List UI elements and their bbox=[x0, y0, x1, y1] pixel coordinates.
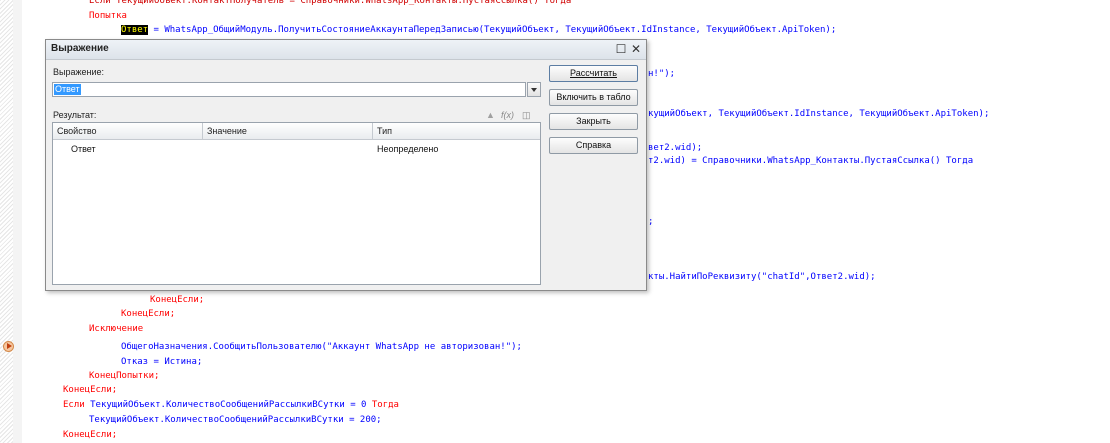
result-label: Результат: bbox=[53, 110, 97, 120]
expression-dialog: Выражение ☐ ✕ Выражение: Ответ Результат… bbox=[45, 39, 647, 291]
expression-dropdown-button[interactable] bbox=[527, 82, 541, 97]
code-line-endif-3: КонецЕсли; bbox=[63, 385, 118, 395]
close-button[interactable]: Закрыть bbox=[549, 113, 638, 130]
result-table[interactable]: Свойство Значение Тип Ответ Неопределено bbox=[52, 122, 541, 285]
expression-label: Выражение: bbox=[53, 67, 105, 77]
editor-gutter bbox=[0, 0, 14, 443]
dialog-titlebar[interactable]: Выражение ☐ ✕ bbox=[46, 40, 646, 60]
result-table-header: Свойство Значение Тип bbox=[53, 123, 540, 140]
code-line-if-count: Если ТекущийОбъект.КоличествоСообщенийРа… bbox=[63, 400, 399, 410]
calculate-button-label: Рассчитать bbox=[570, 68, 617, 78]
code-line-endif-4: КонецЕсли; bbox=[63, 430, 118, 440]
expression-input-value: Ответ bbox=[54, 84, 81, 95]
code-line-partial-top: Если ТекущийОбъект.КонтактПолучатель = С… bbox=[89, 0, 572, 6]
code-fragment-4: т2.wid) = Справочники.WhatsApp_Контакты.… bbox=[648, 156, 974, 166]
code-line-endif-2: КонецЕсли; bbox=[121, 309, 176, 319]
code-line-except: Исключение bbox=[89, 324, 144, 334]
code-fragment-2: кущийОбъект, ТекущийОбъект.IdInstance, Т… bbox=[648, 109, 990, 119]
code-fragment-6: кты.НайтиПоРеквизиту("chatId",Ответ2.wid… bbox=[648, 272, 876, 282]
code-line-message: ОбщегоНазначения.СообщитьПользователю("А… bbox=[121, 342, 522, 352]
calculate-button[interactable]: Рассчитать bbox=[549, 65, 638, 82]
code-line-try: Попытка bbox=[89, 11, 127, 21]
column-header-value[interactable]: Значение bbox=[203, 123, 373, 139]
code-line-answer-rest: = WhatsApp_ОбщийМодуль.ПолучитьСостояние… bbox=[148, 25, 837, 35]
code-fragment-3: вет2.wid); bbox=[648, 143, 703, 153]
code-line-refuse: Отказ = Истина; bbox=[121, 357, 203, 367]
table-row-type[interactable]: Неопределено bbox=[377, 144, 438, 154]
code-fragment-1: н!"); bbox=[648, 69, 676, 79]
code-line-answer: Ответ = WhatsApp_ОбщийМодуль.ПолучитьСос… bbox=[121, 23, 836, 37]
close-icon[interactable]: ✕ bbox=[629, 42, 643, 56]
expression-input[interactable]: Ответ bbox=[52, 82, 526, 97]
add-to-table-icon[interactable]: ▲ bbox=[486, 110, 495, 120]
copy-icon[interactable]: ◫ bbox=[522, 110, 531, 121]
code-line-endif-1: КонецЕсли; bbox=[150, 295, 205, 305]
editor-margin bbox=[13, 0, 22, 443]
maximize-icon[interactable]: ☐ bbox=[614, 42, 628, 56]
code-line-set-count: ТекущийОбъект.КоличествоСообщенийРассылк… bbox=[89, 415, 382, 425]
code-fragment-5: ; bbox=[648, 217, 654, 227]
current-line-marker-icon[interactable] bbox=[3, 341, 14, 352]
column-header-property[interactable]: Свойство bbox=[53, 123, 203, 139]
help-button[interactable]: Справка bbox=[549, 137, 638, 154]
code-line-endtry: КонецПопытки; bbox=[89, 371, 160, 381]
dialog-title: Выражение bbox=[51, 43, 109, 54]
highlighted-variable: Ответ bbox=[121, 25, 149, 35]
column-header-type[interactable]: Тип bbox=[373, 123, 542, 139]
function-icon[interactable]: f(x) bbox=[501, 110, 514, 120]
include-in-table-button[interactable]: Включить в табло bbox=[549, 89, 638, 106]
table-row-property[interactable]: Ответ bbox=[71, 144, 96, 154]
